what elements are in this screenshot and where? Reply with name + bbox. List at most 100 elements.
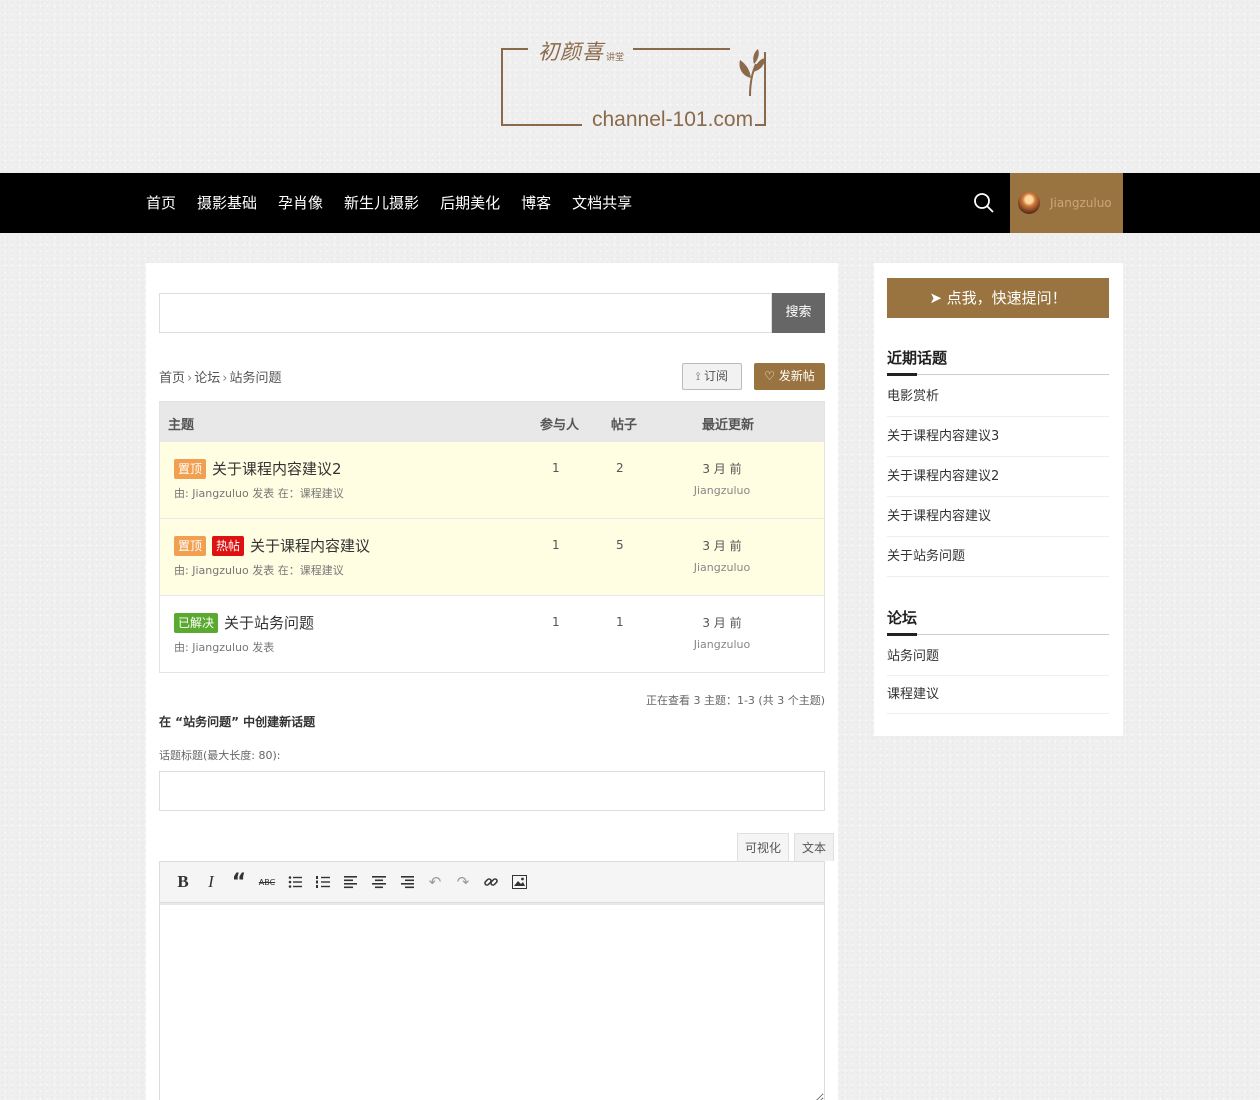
topic-posts: 5 [616,538,624,552]
new-topic-form-title: 在 “站务问题” 中创建新话题 [159,715,316,729]
topics-table: 主题 参与人 帖子 最近更新 置顶 关于课程内容建议2 由: Jiangzulu… [159,401,825,673]
header-voices: 参与人 [540,418,580,433]
topic-updated-time[interactable]: 3 月 前 [682,460,762,477]
sticky-badge: 置顶 [174,535,207,556]
topic-meta: 由: Jiangzuluo 发表 [174,641,275,654]
breadcrumb-separator: › [187,371,193,386]
new-topic-label: 发新帖 [778,369,815,383]
breadcrumb-home[interactable]: 首页 [159,371,185,386]
forum-search: 搜索 [159,293,825,333]
site-logo[interactable]: 初颜喜 讲堂 channel-101.com [498,36,770,132]
topic-posts: 2 [616,461,624,475]
avatar [1018,192,1040,214]
topic-updated: 3 月 前 Jiangzuluo [682,614,762,651]
breadcrumb: 首页 › 论坛 › 站务问题 [159,367,281,386]
leaf-icon [739,49,766,97]
topic-link[interactable]: 关于课程内容建议2 [212,458,342,479]
paper-plane-icon: ➤ [929,289,942,307]
table-header: 主题 参与人 帖子 最近更新 [160,402,824,441]
nav-item-home[interactable]: 首页 [146,173,176,233]
list-item[interactable]: 关于站务问题 [887,537,1109,577]
list-item[interactable]: 关于课程内容建议3 [887,417,1109,457]
list-item[interactable]: 电影赏析 [887,377,1109,417]
recent-topics-list: 电影赏析 关于课程内容建议3 关于课程内容建议2 关于课程内容建议 关于站务问题 [887,377,1109,577]
bold-icon[interactable]: B [169,868,197,896]
topic-title-input[interactable] [159,771,825,811]
search-icon[interactable] [972,191,996,215]
topic-meta: 由: Jiangzuluo 发表 在：课程建议 [174,564,344,577]
subscribe-button[interactable]: ⟟ 订阅 [682,363,742,390]
forums-list: 站务问题 课程建议 [887,638,1109,714]
rss-icon: ⟟ [696,370,701,383]
align-left-icon[interactable] [337,868,365,896]
topic-link[interactable]: 关于课程内容建议 [250,535,370,556]
align-center-icon[interactable] [365,868,393,896]
quick-ask-button[interactable]: ➤ 点我，快速提问！ [887,278,1109,318]
numbered-list-icon[interactable] [309,868,337,896]
new-topic-button[interactable]: ♡ 发新帖 [754,363,825,390]
topic-meta: 由: Jiangzuluo 发表 在：课程建议 [174,487,344,500]
image-icon[interactable] [505,868,533,896]
main-navbar: 首页 摄影基础 孕肖像 新生儿摄影 后期美化 博客 文档共享 Jiangzulu… [0,173,1260,233]
sticky-badge: 置顶 [174,458,207,479]
topic-updated: 3 月 前 Jiangzuluo [682,460,762,497]
topic-updated-user[interactable]: Jiangzuluo [682,638,762,651]
topic-updated-time[interactable]: 3 月 前 [682,614,762,631]
quick-ask-label: 点我，快速提问！ [946,289,1067,307]
topic-content-editor[interactable] [159,903,825,1100]
solved-badge: 已解决 [174,612,219,633]
header-updated: 最近更新 [702,418,755,433]
strikethrough-icon[interactable]: ABC [253,868,281,896]
nav-item-post-processing[interactable]: 后期美化 [440,173,500,233]
list-item[interactable]: 关于课程内容建议 [887,497,1109,537]
table-row: 置顶 热帖 关于课程内容建议 由: Jiangzuluo 发表 在：课程建议 1… [160,518,824,595]
list-item[interactable]: 关于课程内容建议2 [887,457,1109,497]
forums-heading: 论坛 [887,607,1109,636]
breadcrumb-forums[interactable]: 论坛 [194,371,220,386]
nav-menu: 首页 摄影基础 孕肖像 新生儿摄影 后期美化 博客 文档共享 [146,173,653,233]
editor-tabs: 可视化 文本 [732,833,835,861]
table-row: 已解决 关于站务问题 由: Jiangzuluo 发表 1 1 3 月 前 Ji… [160,595,824,672]
topic-updated-time[interactable]: 3 月 前 [682,537,762,554]
sidebar: ➤ 点我，快速提问！ 近期话题 电影赏析 关于课程内容建议3 关于课程内容建议2… [874,263,1123,736]
topic-title-label: 话题标题(最大长度: 80): [159,749,281,762]
nav-item-maternity[interactable]: 孕肖像 [278,173,323,233]
list-item[interactable]: 站务问题 [887,638,1109,676]
link-icon[interactable] [477,868,505,896]
heart-icon: ♡ [764,369,775,383]
nav-item-newborn[interactable]: 新生儿摄影 [344,173,419,233]
topic-updated-user[interactable]: Jiangzuluo [682,561,762,574]
undo-icon[interactable]: ↶ [421,868,449,896]
topic-link[interactable]: 关于站务问题 [224,612,314,633]
editor-toolbar: B I “ ABC ↶ ↷ [159,861,825,903]
table-row: 置顶 关于课程内容建议2 由: Jiangzuluo 发表 在：课程建议 1 2… [160,441,824,518]
topic-voices: 1 [552,461,560,475]
topic-updated-user[interactable]: Jiangzuluo [682,484,762,497]
breadcrumb-separator: › [222,371,228,386]
tab-visual[interactable]: 可视化 [737,833,790,861]
bullet-list-icon[interactable] [281,868,309,896]
logo-en-text: channel-101.com [590,108,756,132]
topic-title-line: 置顶 关于课程内容建议2 [174,458,342,479]
subscribe-label: 订阅 [703,369,728,383]
redo-icon[interactable]: ↷ [449,868,477,896]
italic-icon[interactable]: I [197,868,225,896]
list-item[interactable]: 课程建议 [887,676,1109,714]
blockquote-icon[interactable]: “ [225,868,253,896]
logo-cn-small-text: 讲堂 [606,53,625,63]
username: Jiangzuluo [1050,196,1112,210]
topic-title-line: 置顶 热帖 关于课程内容建议 [174,535,370,556]
nav-item-photo-basics[interactable]: 摄影基础 [197,173,257,233]
user-menu[interactable]: Jiangzuluo [1010,173,1123,233]
nav-item-docs[interactable]: 文档共享 [572,173,632,233]
search-button[interactable]: 搜索 [772,293,825,333]
header-posts: 帖子 [611,418,638,433]
tab-text[interactable]: 文本 [794,833,835,861]
topic-posts: 1 [616,615,624,629]
align-right-icon[interactable] [393,868,421,896]
main-content: 搜索 首页 › 论坛 › 站务问题 ⟟ 订阅 ♡ 发新帖 主题 参与人 帖子 最近更新 … [146,263,838,1100]
breadcrumb-current: 站务问题 [229,371,282,386]
search-input[interactable] [159,293,772,333]
header-logo-area: 初颜喜 讲堂 channel-101.com [0,0,1260,173]
nav-item-blog[interactable]: 博客 [521,173,551,233]
